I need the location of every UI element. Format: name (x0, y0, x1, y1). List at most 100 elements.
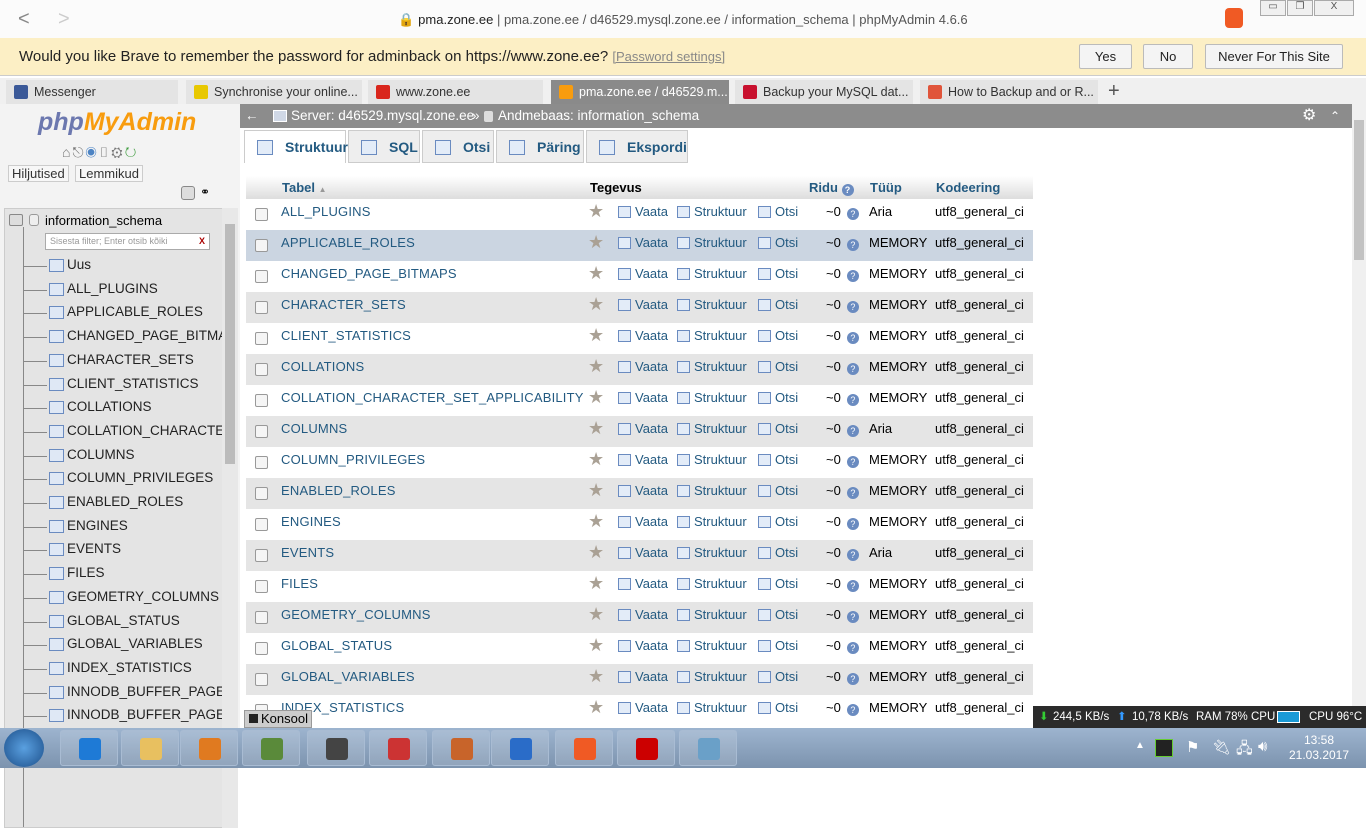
table-structure-icon[interactable] (49, 614, 64, 628)
table-filter-input[interactable]: Sisesta filter; Enter otsib kõiki X (45, 233, 210, 250)
browser-tab[interactable]: How to Backup and or R... (920, 80, 1098, 104)
sidebar-table-item[interactable]: APPLICABLE_ROLES (67, 304, 203, 319)
favorite-star-icon[interactable]: ★ (588, 480, 604, 501)
search-link[interactable]: Otsi (758, 576, 798, 591)
recent-tables-button[interactable]: Hiljutised (8, 165, 69, 182)
sidebar-table-item[interactable]: EVENTS (67, 541, 121, 556)
never-button[interactable]: Never For This Site (1205, 44, 1343, 69)
browse-link[interactable]: Vaata (618, 669, 668, 684)
browser-tab[interactable]: Synchronise your online... (186, 80, 362, 104)
table-name-link[interactable]: CHARACTER_SETS (281, 297, 406, 312)
table-name-link[interactable]: FILES (281, 576, 318, 591)
help-icon[interactable]: ? (846, 580, 859, 592)
row-checkbox[interactable] (255, 580, 268, 593)
search-link[interactable]: Otsi (758, 545, 798, 560)
no-button[interactable]: No (1143, 44, 1193, 69)
favorite-star-icon[interactable]: ★ (588, 418, 604, 439)
favorite-star-icon[interactable]: ★ (588, 232, 604, 253)
row-checkbox[interactable] (255, 549, 268, 562)
table-name-link[interactable]: COLLATIONS (281, 359, 364, 374)
taskbar-app[interactable] (180, 730, 238, 766)
help-icon[interactable]: ◉ (86, 144, 99, 160)
taskbar-app[interactable] (679, 730, 737, 766)
help-icon[interactable]: ? (846, 332, 859, 344)
tab-otsi[interactable]: Otsi (422, 130, 494, 163)
favorite-star-icon[interactable]: ★ (588, 604, 604, 625)
search-link[interactable]: Otsi (758, 483, 798, 498)
sidebar-table-item[interactable]: ENABLED_ROLES (67, 494, 183, 509)
sidebar-table-item[interactable]: INDEX_STATISTICS (67, 660, 192, 675)
row-checkbox[interactable] (255, 487, 268, 500)
help-icon[interactable]: ? (846, 487, 859, 499)
table-structure-icon[interactable] (49, 590, 64, 604)
table-name-link[interactable]: COLUMNS (281, 421, 347, 436)
browse-link[interactable]: Vaata (618, 390, 668, 405)
search-link[interactable]: Otsi (758, 235, 798, 250)
sidebar-table-item[interactable]: FILES (67, 565, 105, 580)
console-toggle[interactable]: Konsool (244, 710, 312, 728)
browse-link[interactable]: Vaata (618, 328, 668, 343)
table-structure-icon[interactable] (49, 567, 64, 581)
sidebar-table-item[interactable]: COLLATIONS (67, 399, 152, 414)
row-checkbox[interactable] (255, 673, 268, 686)
browse-link[interactable]: Vaata (618, 235, 668, 250)
favorite-star-icon[interactable]: ★ (588, 263, 604, 284)
table-structure-icon[interactable] (49, 519, 64, 533)
taskbar-app[interactable] (307, 730, 365, 766)
row-checkbox[interactable] (255, 518, 268, 531)
structure-link[interactable]: Struktuur (677, 204, 747, 219)
taskbar-app[interactable] (121, 730, 179, 766)
help-icon[interactable]: ? (846, 363, 859, 375)
show-hidden-icons[interactable]: ▲ (1135, 740, 1145, 751)
search-link[interactable]: Otsi (758, 390, 798, 405)
browse-link[interactable]: Vaata (618, 545, 668, 560)
table-name-link[interactable]: GLOBAL_STATUS (281, 638, 392, 653)
new-table-icon[interactable] (49, 259, 64, 272)
help-icon[interactable]: ? (846, 704, 859, 716)
table-structure-icon[interactable] (49, 282, 64, 296)
favorite-star-icon[interactable]: ★ (588, 325, 604, 346)
table-name-link[interactable]: ENGINES (281, 514, 341, 529)
power-icon[interactable]: 🔌︎ (1212, 738, 1231, 756)
taskbar-app[interactable] (491, 730, 549, 766)
structure-link[interactable]: Struktuur (677, 297, 747, 312)
structure-link[interactable]: Struktuur (677, 514, 747, 529)
browser-tab[interactable]: pma.zone.ee / d46529.m... (551, 80, 729, 104)
structure-link[interactable]: Struktuur (677, 452, 747, 467)
structure-link[interactable]: Struktuur (677, 483, 747, 498)
collapse-all-icon[interactable] (181, 186, 195, 200)
help-icon[interactable]: ? (846, 673, 859, 685)
sidebar-table-item[interactable]: INNODB_BUFFER_PAGE_ (67, 707, 233, 722)
browse-link[interactable]: Vaata (618, 266, 668, 281)
search-link[interactable]: Otsi (758, 359, 798, 374)
settings-gear-icon[interactable]: ⚙ (111, 144, 124, 160)
favorite-star-icon[interactable]: ★ (588, 201, 604, 222)
sidebar-table-item[interactable]: GLOBAL_STATUS (67, 613, 180, 628)
column-header-rows[interactable]: Ridu ? (809, 180, 854, 196)
close-window-button[interactable]: X (1314, 0, 1354, 16)
network-icon[interactable]: 🖧 (1236, 738, 1253, 763)
main-scrollbar-thumb[interactable] (1354, 120, 1364, 260)
search-link[interactable]: Otsi (758, 421, 798, 436)
help-icon[interactable]: ? (846, 239, 859, 251)
row-checkbox[interactable] (255, 239, 268, 252)
favorite-star-icon[interactable]: ★ (588, 635, 604, 656)
table-structure-icon[interactable] (49, 638, 64, 652)
browse-link[interactable]: Vaata (618, 576, 668, 591)
taskbar-app[interactable] (242, 730, 300, 766)
settings-gear-icon[interactable]: ⚙ (1302, 104, 1316, 128)
row-checkbox[interactable] (255, 332, 268, 345)
collapse-top-icon[interactable]: ⌃ (1330, 104, 1340, 128)
search-link[interactable]: Otsi (758, 669, 798, 684)
minimize-button[interactable]: ▭ (1260, 0, 1286, 16)
sidebar-table-item[interactable]: GEOMETRY_COLUMNS (67, 589, 219, 604)
browse-link[interactable]: Vaata (618, 638, 668, 653)
reload-icon[interactable]: ↻ (125, 144, 139, 160)
taskbar-app[interactable] (369, 730, 427, 766)
help-icon[interactable]: ? (846, 456, 859, 468)
help-icon[interactable]: ? (846, 208, 859, 220)
yes-button[interactable]: Yes (1079, 44, 1132, 69)
column-header-type[interactable]: Tüüp (870, 180, 902, 195)
row-checkbox[interactable] (255, 611, 268, 624)
row-checkbox[interactable] (255, 270, 268, 283)
